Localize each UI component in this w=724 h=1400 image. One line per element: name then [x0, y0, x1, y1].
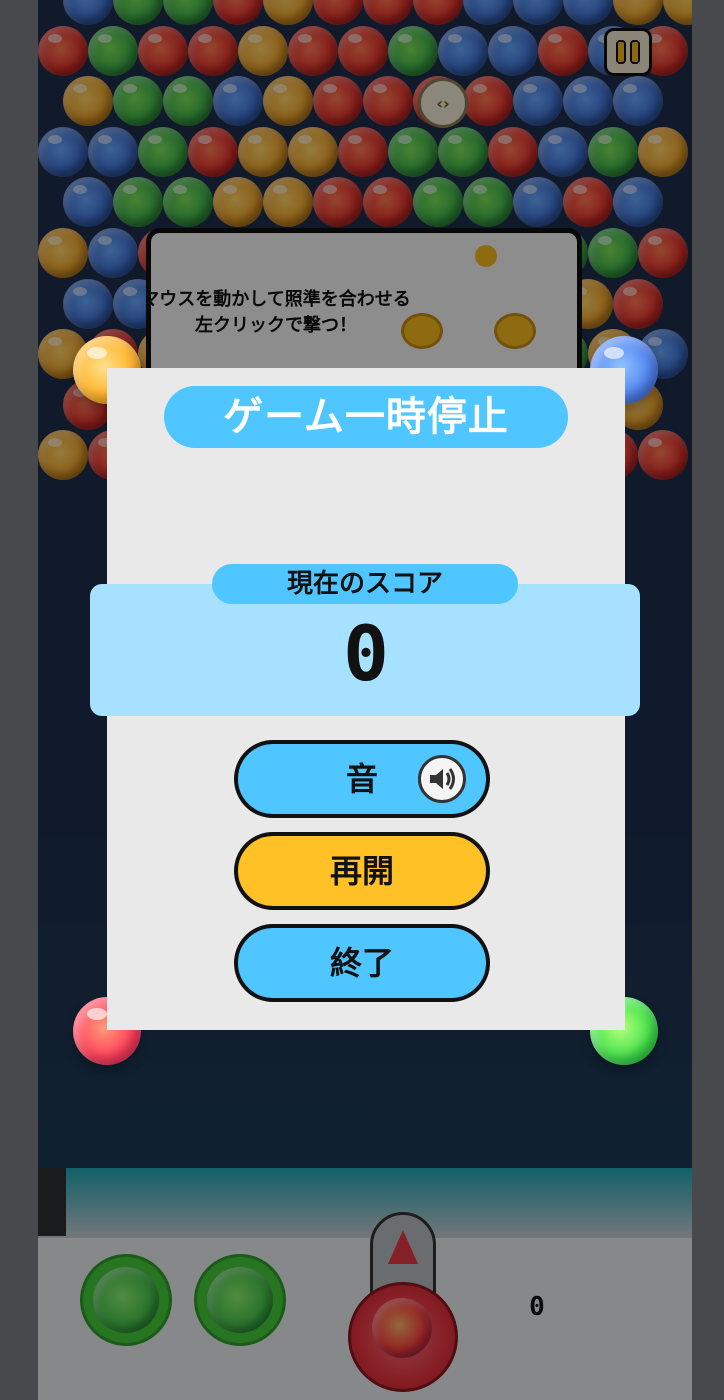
dialog-title: ゲーム一時停止 [164, 386, 568, 448]
sound-button[interactable]: 音 [234, 740, 490, 818]
sound-button-label: 音 [345, 760, 378, 798]
score-value: 0 [343, 609, 389, 698]
resume-button[interactable]: 再開 [234, 832, 490, 910]
speaker-icon [418, 755, 466, 803]
score-label: 現在のスコア [212, 564, 518, 604]
pause-dialog: ゲーム一時停止 現在のスコア 0 音 再開 終了 [90, 368, 640, 1030]
quit-button[interactable]: 終了 [234, 924, 490, 1002]
